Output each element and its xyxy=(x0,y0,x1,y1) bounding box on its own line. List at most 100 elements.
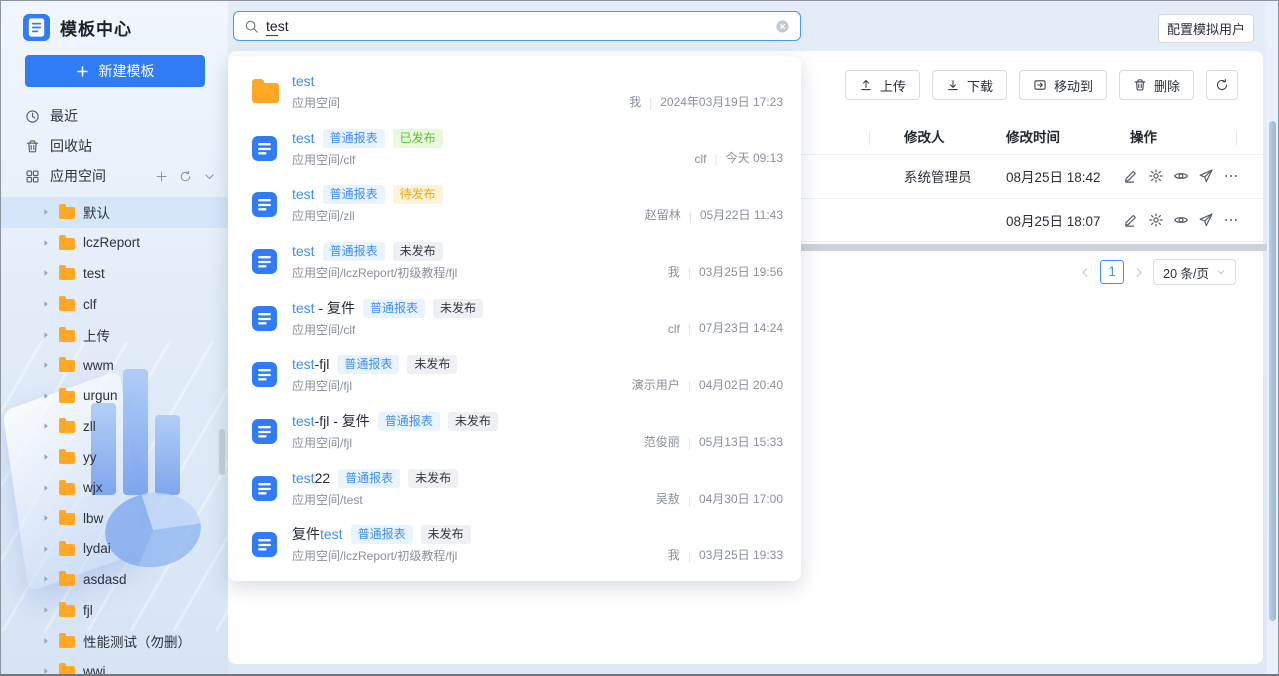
more-icon[interactable] xyxy=(1223,168,1239,184)
result-time: 04月30日 17:00 xyxy=(699,490,783,507)
search-result-item[interactable]: test普通报表待发布应用空间/zll赵留林|05月22日 11:43 xyxy=(228,176,801,233)
refresh-list-button[interactable] xyxy=(1206,70,1238,100)
tree-folder[interactable]: wwi xyxy=(1,656,228,676)
caret-right-icon xyxy=(41,483,51,493)
search-result-item[interactable]: test22普通报表未发布应用空间/test吴敖|04月30日 17:00 xyxy=(228,460,801,517)
report-icon xyxy=(252,532,277,557)
sidebar-item-recent[interactable]: 最近 xyxy=(1,101,228,131)
sidebar-scrollbar[interactable] xyxy=(219,429,225,475)
column-header: 操作 xyxy=(1130,121,1157,154)
tree-folder[interactable]: test xyxy=(1,258,228,289)
prev-page-icon[interactable] xyxy=(1080,267,1091,278)
page-size-select[interactable]: 20 条/页 xyxy=(1153,259,1236,285)
report-icon xyxy=(252,419,277,444)
result-path: 应用空间/zll xyxy=(292,207,443,224)
tree-folder[interactable]: zll xyxy=(1,411,228,442)
download-button[interactable]: 下载 xyxy=(932,70,1007,100)
search-result-item[interactable]: 复件test普通报表未发布应用空间/lczReport/初级教程/fjl我|03… xyxy=(228,517,801,574)
settings-icon[interactable] xyxy=(1148,212,1164,228)
chevron-down-icon[interactable] xyxy=(203,170,216,183)
tree-folder[interactable]: urgun xyxy=(1,381,228,412)
move-to-icon xyxy=(1033,78,1047,92)
move-to-button[interactable]: 移动到 xyxy=(1019,70,1107,100)
publish-icon[interactable] xyxy=(1198,168,1214,184)
tree-folder[interactable]: fjl xyxy=(1,595,228,626)
search-result-item[interactable]: test - 复件普通报表未发布应用空间/clfclf|07月23日 14:24 xyxy=(228,290,801,347)
result-user: 我 xyxy=(668,263,680,280)
caret-right-icon xyxy=(41,207,51,217)
search-input[interactable]: test xyxy=(233,11,801,41)
tree-folder[interactable]: clf xyxy=(1,289,228,320)
new-template-button[interactable]: 新建模板 xyxy=(25,55,205,87)
badge-published: 已发布 xyxy=(393,129,443,148)
search-result-item[interactable]: test普通报表未发布应用空间/lczReport/初级教程/fjl我|03月2… xyxy=(228,233,801,290)
search-result-item[interactable]: test普通报表已发布应用空间/clfclf|今天 09:13 xyxy=(228,120,801,177)
tree-folder[interactable]: wjx xyxy=(1,472,228,503)
folder-name: wjx xyxy=(83,480,103,495)
report-icon xyxy=(252,136,277,161)
badge-pending: 待发布 xyxy=(393,185,443,204)
preview-icon[interactable] xyxy=(1173,168,1189,184)
preview-icon[interactable] xyxy=(1173,212,1189,228)
refresh-tree-icon[interactable] xyxy=(179,170,192,183)
sidebar-item-app-space[interactable]: 应用空间 xyxy=(1,161,228,191)
tree-folder[interactable]: lbw xyxy=(1,503,228,534)
result-title: test xyxy=(292,72,340,91)
result-user: clf xyxy=(695,152,707,166)
current-page[interactable]: 1 xyxy=(1100,260,1124,284)
result-path: 应用空间/lczReport/初级教程/fjl xyxy=(292,547,471,564)
result-title: test普通报表已发布 xyxy=(292,129,443,148)
scrollbar-thumb[interactable] xyxy=(1269,121,1276,621)
folder-icon xyxy=(59,574,75,586)
toolbar: 上传 下载 移动到 删除 xyxy=(845,70,1238,100)
report-icon xyxy=(252,249,277,274)
edit-icon[interactable] xyxy=(1123,168,1139,184)
report-icon xyxy=(252,362,277,387)
folder-icon xyxy=(59,391,75,403)
tree-folder[interactable]: wwm xyxy=(1,350,228,381)
sidebar-item-recycle-bin[interactable]: 回收站 xyxy=(1,131,228,161)
tree-folder[interactable]: 上传 xyxy=(1,319,228,350)
result-path: 应用空间/fjl xyxy=(292,434,498,451)
search-value: test xyxy=(266,18,289,34)
add-folder-icon[interactable] xyxy=(155,170,168,183)
result-user: clf xyxy=(668,322,680,336)
result-user: 范俊丽 xyxy=(644,433,680,450)
button-label: 下载 xyxy=(967,76,993,95)
app-title: 模板中心 xyxy=(60,15,132,40)
result-title: test - 复件普通报表未发布 xyxy=(292,299,483,318)
result-user: 赵留林 xyxy=(645,206,681,223)
result-title: test22普通报表未发布 xyxy=(292,469,458,488)
badge-unpublished: 未发布 xyxy=(421,525,471,544)
publish-icon[interactable] xyxy=(1198,212,1214,228)
folder-name: fjl xyxy=(83,603,93,618)
search-result-item[interactable]: test-fjl普通报表未发布应用空间/fjl演示用户|04月02日 20:40 xyxy=(228,346,801,403)
caret-right-icon xyxy=(41,666,51,676)
tree-folder[interactable]: asdasd xyxy=(1,564,228,595)
folder-name: wwi xyxy=(83,664,106,676)
vertical-scrollbar[interactable] xyxy=(1267,1,1278,676)
tree-folder[interactable]: lydai xyxy=(1,534,228,565)
tree-folder[interactable]: 性能测试（勿删） xyxy=(1,625,228,656)
more-icon[interactable] xyxy=(1223,212,1239,228)
next-page-icon[interactable] xyxy=(1133,267,1144,278)
clear-search-icon[interactable] xyxy=(775,19,790,34)
folder-name: lbw xyxy=(83,511,103,526)
tree-folder[interactable]: lczReport xyxy=(1,228,228,259)
search-result-item[interactable]: test-fjl - 复件普通报表未发布应用空间/fjl范俊丽|05月13日 1… xyxy=(228,403,801,460)
tree-folder[interactable]: yy xyxy=(1,442,228,473)
badge-report: 普通报表 xyxy=(351,525,413,544)
caret-right-icon xyxy=(41,513,51,523)
folder-icon xyxy=(59,636,75,648)
search-result-item[interactable]: test应用空间我|2024年03月19日 17:23 xyxy=(228,63,801,120)
upload-button[interactable]: 上传 xyxy=(845,70,920,100)
settings-icon[interactable] xyxy=(1148,168,1164,184)
result-time: 03月25日 19:56 xyxy=(699,263,783,280)
tree-folder[interactable]: 默认 xyxy=(1,197,228,228)
result-title: test普通报表未发布 xyxy=(292,242,457,261)
configure-mock-user-button[interactable]: 配置模拟用户 xyxy=(1158,14,1254,43)
button-label: 移动到 xyxy=(1054,76,1093,95)
report-icon xyxy=(252,476,277,501)
delete-button[interactable]: 删除 xyxy=(1119,70,1194,100)
edit-icon[interactable] xyxy=(1123,212,1139,228)
